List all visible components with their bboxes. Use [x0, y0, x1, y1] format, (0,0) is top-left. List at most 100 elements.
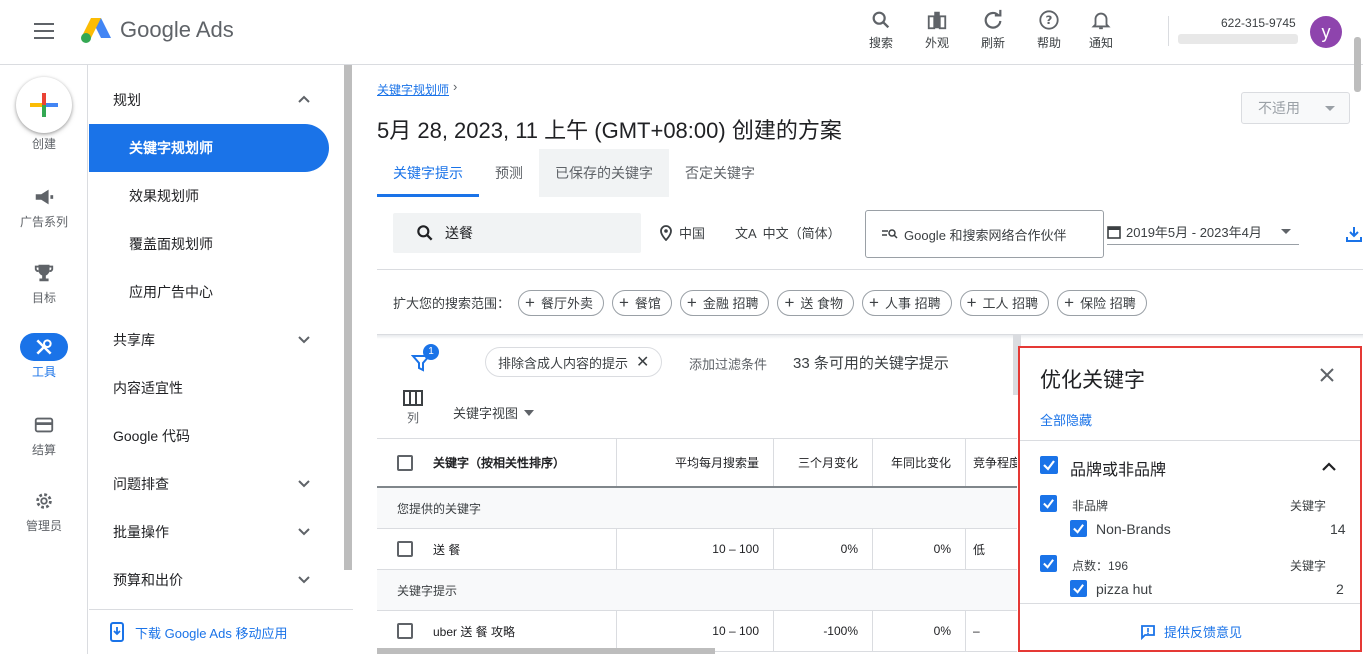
nav-budgets-bids[interactable]: 预算和出价: [89, 556, 329, 604]
nav-bulk-actions[interactable]: 批量操作: [89, 508, 329, 556]
points-checkbox[interactable]: [1040, 555, 1057, 572]
close-icon[interactable]: ✕: [636, 352, 649, 372]
top-search-button[interactable]: 搜索: [859, 8, 903, 51]
hide-all-link[interactable]: 全部隐藏: [1040, 410, 1092, 429]
nav-troubleshooting-label: 问题排查: [113, 476, 169, 492]
header-divider: [1168, 16, 1169, 46]
columns-button[interactable]: 列: [401, 390, 425, 426]
top-search-label: 搜索: [868, 36, 893, 50]
rail-billing[interactable]: 结算: [0, 411, 88, 458]
rail-campaigns[interactable]: 广告系列: [0, 183, 88, 230]
nav-content-suitability[interactable]: 内容适宜性: [89, 364, 329, 412]
top-refresh-button[interactable]: 刷新: [971, 8, 1015, 51]
tab-forecast[interactable]: 预测: [479, 149, 539, 197]
chevron-down-icon: [298, 336, 310, 344]
horizontal-scrollbar[interactable]: [377, 648, 715, 654]
col-keyword-header[interactable]: 关键字（按相关性排序）: [433, 439, 565, 486]
date-range-selector[interactable]: 2019年5月 - 2023年4月: [1107, 219, 1299, 245]
check-icon: [1043, 559, 1054, 569]
row-volume: 10 – 100: [712, 624, 759, 638]
broaden-chip-label: 送 食物: [800, 296, 844, 311]
nav-performance-planner[interactable]: 效果规划师: [89, 172, 329, 220]
columns-label: 列: [406, 411, 419, 425]
nav-app-center[interactable]: 应用广告中心: [89, 268, 329, 316]
broaden-chip[interactable]: + 送 食物: [777, 289, 855, 316]
col-volume-header[interactable]: 平均每月搜索量: [617, 439, 773, 486]
non-brand-col-label: 关键字: [1290, 499, 1327, 513]
section-provided-label: 您提供的关键字: [397, 501, 482, 516]
column-divider: [965, 611, 966, 651]
network-selector[interactable]: Google 和搜索网络合作伙伴: [865, 210, 1104, 258]
non-brand-checkbox[interactable]: [1040, 495, 1057, 512]
table-row[interactable]: uber 送 餐 攻略 10 – 100 -100% 0% –: [377, 611, 1017, 652]
status-select[interactable]: 不适用: [1241, 92, 1350, 124]
row-keyword: uber 送 餐 攻略: [433, 624, 516, 639]
non-brands-item-checkbox[interactable]: [1070, 520, 1087, 537]
tab-saved-keywords[interactable]: 已保存的关键字: [539, 149, 669, 197]
rail-admin[interactable]: 管理员: [0, 487, 88, 534]
nav-shared-library[interactable]: 共享库: [89, 316, 329, 364]
create-button[interactable]: [16, 77, 72, 133]
broaden-chip[interactable]: + 人事 招聘: [862, 289, 952, 316]
select-all-checkbox[interactable]: [397, 455, 413, 471]
nav-scrollbar[interactable]: [344, 65, 352, 570]
breadcrumb[interactable]: 关键字规划师: [377, 81, 449, 98]
chevron-up-icon[interactable]: [1320, 458, 1338, 476]
top-help-button[interactable]: ? 帮助: [1027, 8, 1071, 51]
plus-icon: +: [525, 292, 535, 312]
broaden-chip[interactable]: + 餐馆: [611, 289, 672, 316]
rail-goals[interactable]: 目标: [0, 259, 88, 306]
broaden-chip[interactable]: + 工人 招聘: [959, 289, 1050, 316]
language-selector[interactable]: 文A 中文（简体）: [735, 223, 841, 242]
plus-icon: +: [784, 292, 795, 312]
tab-keyword-ideas[interactable]: 关键字提示: [377, 149, 479, 197]
rail-tools[interactable]: 工具: [0, 333, 88, 380]
megaphone-icon: [35, 189, 54, 205]
nav-reach-planner[interactable]: 覆盖面规划师: [89, 220, 329, 268]
broaden-chip[interactable]: + 保险 招聘: [1057, 289, 1147, 316]
row-checkbox[interactable]: [397, 541, 413, 557]
col-yoy-header[interactable]: 年同比变化: [873, 439, 965, 486]
feedback-link[interactable]: 提供反馈意见: [1140, 622, 1242, 641]
top-notifications-button[interactable]: 通知: [1079, 8, 1123, 51]
dropdown-arrow-icon: [1281, 229, 1291, 234]
location-selector[interactable]: 中国: [659, 223, 705, 242]
pizza-hut-checkbox[interactable]: [1070, 580, 1087, 597]
nav-keyword-planner[interactable]: 关键字规划师: [89, 124, 329, 172]
column-divider: [965, 439, 966, 486]
download-app-link[interactable]: 下载 Google Ads 移动应用: [89, 609, 353, 654]
nav-troubleshooting[interactable]: 问题排查: [89, 460, 329, 508]
points-col-label: 关键字: [1290, 559, 1327, 573]
menu-icon[interactable]: [34, 23, 54, 39]
row-keyword: 送 餐: [433, 542, 461, 557]
brand-group-checkbox[interactable]: [1040, 456, 1058, 474]
nav-app-center-label: 应用广告中心: [129, 284, 213, 300]
row-three-month: 0%: [840, 542, 858, 556]
search-icon: [872, 11, 890, 29]
row-volume: 10 – 100: [712, 542, 759, 556]
plus-icon: +: [1064, 292, 1075, 312]
table-row[interactable]: 送 餐 10 – 100 0% 0% 低: [377, 529, 1017, 570]
section-ideas-label: 关键字提示: [397, 583, 458, 598]
nav-google-tag[interactable]: Google 代码: [89, 412, 329, 460]
broaden-chip[interactable]: + 餐厅外卖: [518, 289, 604, 316]
top-appearance-button[interactable]: 外观: [915, 8, 959, 51]
row-checkbox[interactable]: [397, 623, 413, 639]
rail-create-label-wrap: 创建: [0, 135, 88, 152]
keyword-table: 关键字（按相关性排序） 平均每月搜索量 三个月变化 年同比变化 竞争程度 您提供…: [377, 438, 1017, 652]
page-scrollbar[interactable]: [1354, 37, 1361, 92]
keyword-search-input[interactable]: 送餐: [393, 213, 641, 253]
add-filter-button[interactable]: 添加过滤条件: [689, 354, 767, 373]
non-brand-label: 非品牌: [1072, 499, 1109, 513]
google-ads-logo[interactable]: Google Ads: [80, 16, 234, 44]
download-icon[interactable]: [1345, 225, 1363, 243]
avatar[interactable]: y: [1310, 16, 1342, 48]
adult-filter-chip[interactable]: 排除含成人内容的提示 ✕: [485, 347, 663, 377]
col-competition-header[interactable]: 竞争程度: [973, 439, 1017, 486]
keyword-view-select[interactable]: 关键字视图: [453, 403, 535, 422]
close-icon[interactable]: [1318, 366, 1336, 384]
tab-negative-keywords[interactable]: 否定关键字: [669, 149, 771, 197]
nav-planning[interactable]: 规划: [89, 76, 329, 124]
broaden-chip[interactable]: + 金融 招聘: [679, 289, 770, 316]
col-three-month-header[interactable]: 三个月变化: [774, 439, 872, 486]
